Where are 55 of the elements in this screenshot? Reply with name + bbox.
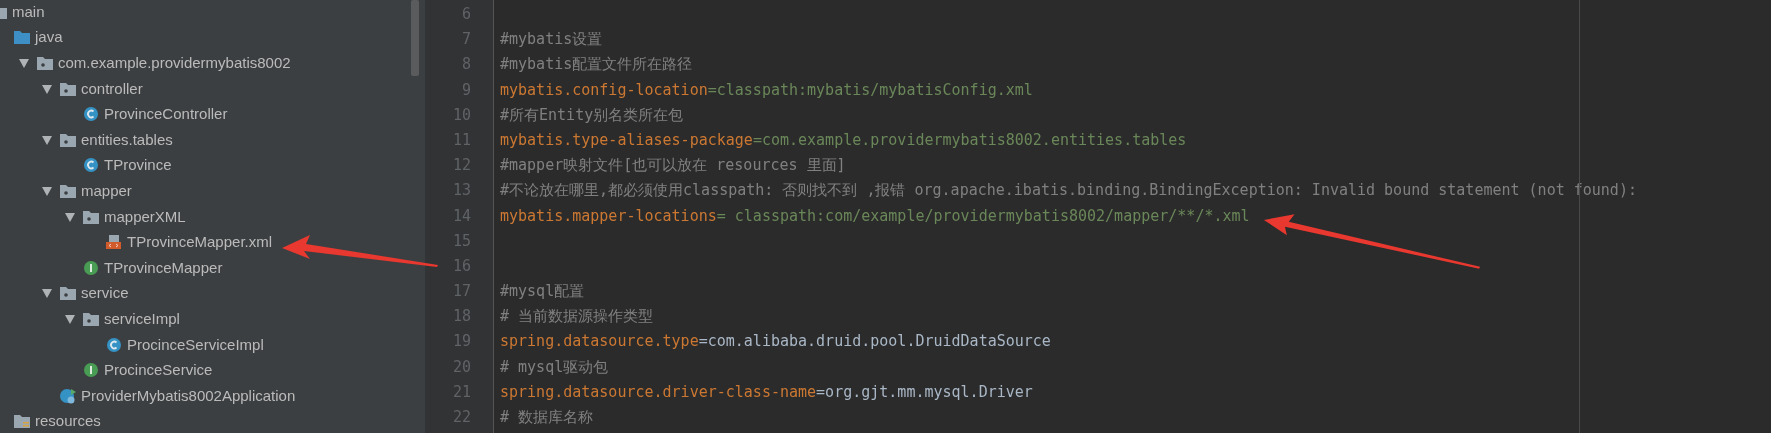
expand-arrow-icon[interactable] (64, 312, 76, 325)
package-folder-icon (59, 80, 77, 97)
tree-item[interactable]: resources (35, 411, 101, 432)
code-line: #mybatis设置 (500, 30, 603, 49)
package-folder-icon (82, 208, 100, 225)
class-icon (82, 106, 100, 123)
code-line: #所有Entity别名类所在包 (500, 105, 684, 124)
interface-icon (82, 259, 100, 276)
code-line: mybatis.mapper-locations= classpath:com/example/providermybatis8002/mapper/**/*.xml (500, 206, 1250, 225)
code-line: spring.datasource.driver-class-name=org.gjt.mm.mysql.Driver (500, 382, 1033, 401)
tree-item[interactable]: ProcinceService (104, 360, 213, 381)
class-icon (82, 157, 100, 174)
tree-item[interactable]: TProvinceMapper (104, 257, 223, 278)
xml-file-icon (105, 234, 123, 251)
tree-item[interactable]: entities.tables (81, 129, 173, 150)
expand-arrow-icon[interactable] (41, 82, 53, 95)
code-line: mybatis.config-location=classpath:mybatis/mybatisConfig.xml (500, 80, 1033, 99)
code-line: #mysql配置 (500, 282, 585, 301)
tree-item[interactable]: ProvinceController (104, 104, 228, 125)
code-line: # 当前数据源操作类型 (500, 307, 654, 326)
tree-item[interactable]: com.example.providermybatis8002 (58, 53, 291, 73)
tree-item[interactable]: TProvinceMapper.xml (127, 232, 273, 253)
scrollbar-thumb[interactable] (411, 0, 419, 76)
tree-item[interactable]: java (35, 27, 63, 48)
expand-arrow-icon[interactable] (41, 184, 53, 197)
code-line: # 数据库名称 (500, 408, 594, 426)
code-line: # mysql驱动包 (500, 357, 609, 376)
tree-item[interactable]: mapperXML (104, 206, 186, 227)
class-icon (105, 336, 123, 353)
code-line: mybatis.type-aliases-package=com.example.providermybatis8002.entities.tables (500, 130, 1187, 149)
package-folder-icon (59, 131, 77, 148)
expand-arrow-icon[interactable] (41, 133, 53, 146)
code-line: spring.datasource.type=com.alibaba.druid.pool.DruidDataSource (500, 332, 1051, 351)
package-folder-icon (59, 182, 77, 199)
package-folder-icon (82, 310, 100, 327)
tree-item[interactable]: ProcinceServiceImpl (127, 334, 264, 355)
tree-item[interactable]: service (81, 283, 129, 304)
folder-icon (13, 29, 31, 46)
application-icon (59, 387, 77, 404)
code-line: #mapper映射文件[也可以放在 resources 里面] (500, 156, 846, 175)
code-line: #不论放在哪里,都必须使用classpath: 否则找不到 ,报错 org.apache.ibatis.binding.BindingException: Invalid bound statement (not found): (500, 181, 1637, 200)
resources-folder-icon (13, 413, 31, 430)
interface-icon (82, 362, 100, 379)
tree-item[interactable]: ProviderMybatis8002Application (81, 385, 296, 406)
expand-arrow-icon[interactable] (64, 210, 76, 223)
expand-arrow-icon[interactable] (18, 57, 30, 69)
tree-item[interactable]: serviceImpl (104, 308, 180, 329)
tree-item[interactable]: controller (81, 78, 143, 99)
tree-item[interactable]: mapper (81, 180, 132, 201)
tree-item[interactable]: main (12, 1, 45, 22)
tree-item[interactable]: TProvince (104, 155, 172, 176)
code-line: #mybatis配置文件所在路径 (500, 55, 693, 74)
package-folder-icon (59, 285, 77, 302)
package-folder-icon (36, 55, 54, 71)
expand-arrow-icon[interactable] (41, 287, 53, 300)
